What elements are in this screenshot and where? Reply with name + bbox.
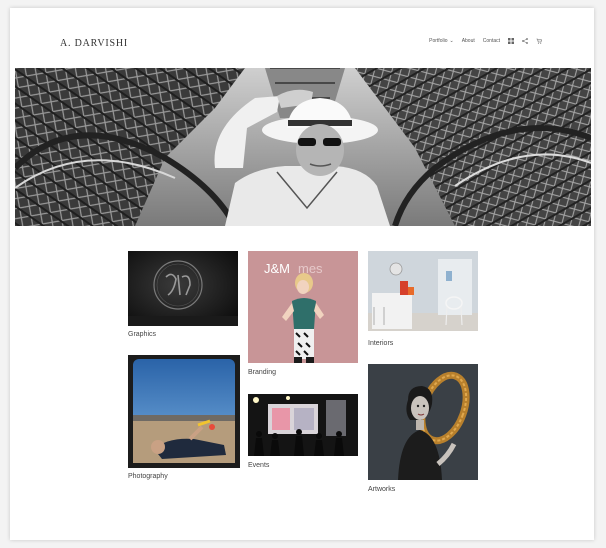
nav-item-contact[interactable]: Contact	[483, 38, 500, 44]
cart-icon[interactable]	[536, 38, 542, 44]
gallery-caption-artworks[interactable]: Artworks	[368, 486, 395, 493]
nav-item-label: Portfolio	[429, 38, 448, 44]
events-thumbnail[interactable]	[248, 394, 358, 456]
gallery-caption-events[interactable]: Events	[248, 462, 269, 469]
gallery-caption-interiors[interactable]: Interiors	[368, 340, 393, 347]
chevron-down-icon: ⌄	[449, 38, 454, 44]
artworks-thumbnail[interactable]	[368, 364, 478, 480]
gallery-caption-branding[interactable]: Branding	[248, 369, 276, 376]
main-nav: Portfolio ⌄ About Contact	[429, 38, 542, 44]
hero-image	[15, 68, 591, 226]
photography-thumbnail[interactable]	[128, 355, 240, 468]
branding-overlay-text: J&M	[264, 261, 290, 276]
nav-item-portfolio[interactable]: Portfolio ⌄	[429, 38, 454, 44]
branding-thumbnail[interactable]: J&M mes	[248, 251, 358, 363]
site-logo[interactable]: A. DARVISHI	[60, 38, 128, 49]
gallery-item-artworks[interactable]: Artworks	[368, 364, 480, 500]
grid-icon[interactable]	[508, 38, 514, 44]
nav-item-about[interactable]: About	[462, 38, 475, 44]
page: A. DARVISHI Portfolio ⌄ About Contact Gr…	[10, 8, 594, 540]
interiors-thumbnail[interactable]	[368, 251, 478, 331]
graphics-thumbnail[interactable]	[128, 251, 238, 326]
gallery-item-branding[interactable]: J&M mes Branding	[248, 251, 358, 379]
share-icon[interactable]	[522, 38, 528, 44]
gallery-item-interiors[interactable]: Interiors	[368, 251, 478, 351]
gallery-item-graphics[interactable]: Graphics	[128, 251, 238, 343]
gallery-item-photography[interactable]: Photography	[128, 355, 240, 485]
gallery-item-events[interactable]: Events	[248, 394, 360, 474]
gallery-caption-photography[interactable]: Photography	[128, 473, 168, 480]
gallery-caption-graphics[interactable]: Graphics	[128, 331, 156, 338]
